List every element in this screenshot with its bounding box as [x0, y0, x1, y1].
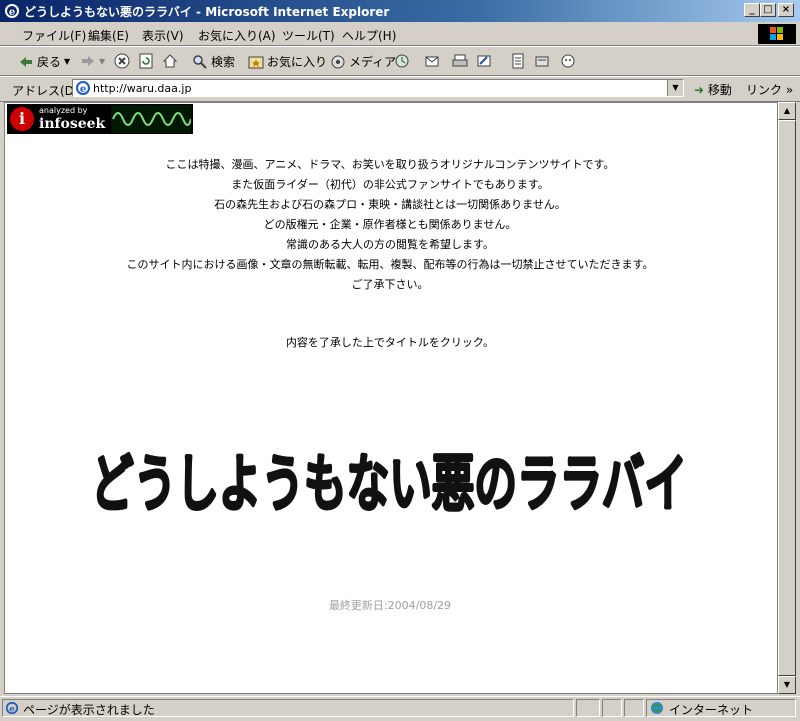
- infoseek-logo-icon: i: [10, 107, 34, 131]
- search-icon: [193, 54, 207, 69]
- minimize-button[interactable]: _: [744, 3, 760, 17]
- windows-logo-icon: [758, 24, 796, 44]
- close-button[interactable]: ×: [778, 3, 794, 17]
- address-input[interactable]: [93, 81, 653, 95]
- vertical-scrollbar[interactable]: ▲ ▼: [778, 102, 796, 694]
- site-title-logo[interactable]: どうしようもない悪のララバイ: [85, 413, 693, 533]
- intro-line: ご了承下さい。: [351, 278, 429, 291]
- maximize-button[interactable]: □: [760, 3, 776, 17]
- status-bar: e ページが表示されました インターネット: [0, 696, 800, 721]
- go-label: 移動: [707, 83, 732, 97]
- banner-brand-text: infoseek: [39, 116, 106, 132]
- edit-icon[interactable]: [476, 53, 492, 69]
- go-arrow-icon: ➜: [694, 83, 705, 97]
- mail-icon[interactable]: [424, 53, 440, 69]
- home-icon[interactable]: [162, 53, 178, 69]
- svg-text:e: e: [9, 7, 15, 18]
- history-icon[interactable]: [394, 53, 410, 69]
- status-pane-progress: [576, 699, 600, 717]
- status-message: ページが表示されました: [23, 703, 155, 717]
- messenger-icon[interactable]: [560, 53, 576, 69]
- menu-help[interactable]: ヘルプ(H): [342, 27, 396, 44]
- svg-text:e: e: [80, 84, 86, 95]
- address-field[interactable]: e ▼: [72, 79, 684, 97]
- menu-view[interactable]: 表示(V): [142, 27, 184, 44]
- banner-small-text: analyzed by: [39, 106, 88, 115]
- scroll-thumb[interactable]: [778, 120, 796, 676]
- site-title-text: どうしようもない悪のララバイ: [91, 447, 687, 520]
- status-zone-pane: インターネット: [646, 699, 796, 717]
- address-label: アドレス(D): [12, 84, 79, 98]
- back-button[interactable]: 戻る ▼: [18, 53, 70, 70]
- wave-icon: [111, 105, 191, 133]
- zone-label: インターネット: [669, 703, 754, 717]
- favorites-icon: [248, 56, 264, 68]
- window-title: どうしようもない悪のララバイ - Microsoft Internet Expl…: [24, 5, 390, 19]
- favorites-button[interactable]: お気に入り: [248, 53, 327, 70]
- status-pane-lock: [602, 699, 622, 717]
- media-icon: [331, 55, 345, 68]
- intro-line: どの版権元・企業・原作者様とも関係ありません。: [263, 218, 517, 231]
- forward-icon: [82, 56, 94, 66]
- menu-file[interactable]: ファイル(F): [22, 27, 86, 44]
- print-icon[interactable]: [452, 53, 468, 69]
- intro-line: また仮面ライダー（初代）の非公式ファンサイトでもあります。: [231, 178, 549, 191]
- status-pane-extra: [624, 699, 644, 717]
- favorites-label: お気に入り: [267, 55, 328, 69]
- intro-line: 石の森先生および石の森プロ・東映・講談社とは一切関係ありません。: [214, 198, 566, 211]
- go-button[interactable]: ➜ 移動: [694, 81, 732, 98]
- intro-line: ここは特撮、漫画、アニメ、ドラマ、お笑いを取り扱うオリジナルコンテンツサイトです…: [165, 158, 615, 171]
- research-icon[interactable]: [534, 53, 550, 69]
- click-instruction: 内容を了承した上でタイトルをクリック。: [285, 336, 495, 349]
- scroll-down-button[interactable]: ▼: [778, 676, 796, 694]
- standard-toolbar: 戻る ▼ ▼ 検索 お気に入り メディア: [0, 46, 800, 76]
- back-label: 戻る: [37, 55, 62, 69]
- media-button[interactable]: メディア: [330, 53, 396, 70]
- menu-edit[interactable]: 編集(E): [88, 27, 129, 44]
- ie-icon: e: [5, 4, 19, 18]
- last-updated: 最終更新日:2004/08/29: [328, 599, 452, 612]
- discuss-icon[interactable]: [510, 53, 526, 69]
- page-loaded-icon: e: [5, 701, 19, 715]
- menu-bar: ファイル(F) 編集(E) 表示(V) お気に入り(A) ツール(T) ヘルプ(…: [0, 23, 800, 46]
- address-bar: アドレス(D) e ▼ ➜ 移動 リンク »: [0, 76, 800, 102]
- stop-icon[interactable]: [114, 53, 130, 69]
- search-button[interactable]: 検索: [192, 53, 235, 70]
- svg-text:e: e: [9, 705, 15, 715]
- scroll-up-button[interactable]: ▲: [778, 102, 796, 120]
- links-button[interactable]: リンク »: [746, 81, 793, 98]
- search-label: 検索: [211, 55, 236, 69]
- back-icon: [20, 56, 32, 67]
- intro-line: このサイト内における画像・文章の無断転載、転用、複製、配布等の行為は一切禁止させ…: [126, 258, 654, 271]
- menu-favorites[interactable]: お気に入り(A): [198, 27, 276, 44]
- title-bar[interactable]: e どうしようもない悪のララバイ - Microsoft Internet Ex…: [0, 0, 800, 22]
- intro-text: ここは特撮、漫画、アニメ、ドラマ、お笑いを取り扱うオリジナルコンテンツサイトです…: [5, 155, 775, 295]
- status-message-pane: e ページが表示されました: [2, 699, 574, 717]
- address-dropdown-button[interactable]: ▼: [667, 80, 683, 96]
- forward-button[interactable]: ▼: [80, 53, 105, 69]
- infoseek-banner[interactable]: i analyzed by infoseek: [7, 104, 193, 134]
- media-label: メディア: [349, 55, 397, 69]
- intro-line: 常識のある大人の方の閲覧を希望します。: [286, 238, 494, 251]
- globe-icon: [650, 701, 664, 715]
- menu-tools[interactable]: ツール(T): [282, 27, 335, 44]
- page-viewport: i analyzed by infoseek ここは特撮、漫画、アニメ、ドラマ、…: [4, 102, 778, 694]
- page-icon: e: [76, 81, 90, 95]
- refresh-icon[interactable]: [138, 53, 154, 69]
